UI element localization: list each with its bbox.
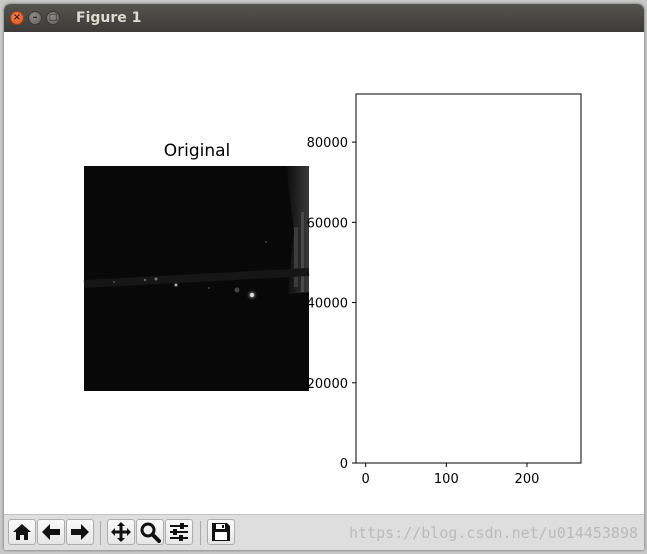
histogram-frame: [355, 93, 582, 464]
toolbar-separator: [200, 521, 201, 545]
histogram-axes: 0 100 200 0 20000 40000 60000 80000: [307, 93, 582, 487]
forward-arrow-icon: [71, 524, 89, 540]
figure-svg: Original 0 100 200020000400006000080000: [83, 93, 582, 487]
toolbar-separator: [100, 521, 101, 545]
minimize-window-button[interactable]: –: [28, 11, 42, 25]
configure-subplots-icon: [170, 523, 188, 541]
close-window-button[interactable]: ×: [10, 11, 24, 25]
y-tick-label: 80000: [307, 136, 348, 151]
watermark-text: https://blog.csdn.net/u014453898: [349, 524, 638, 542]
y-tick-label: 60000: [307, 216, 348, 231]
grayscale-image: [83, 166, 310, 391]
image-panel-title: Original: [164, 141, 231, 161]
save-floppy-icon: [212, 523, 230, 541]
window-title: Figure 1: [76, 10, 142, 26]
x-tick-label: 200: [515, 472, 540, 487]
figure-window: × – □ Figure 1 Original 0 100 200 0 2000…: [4, 4, 644, 550]
forward-button[interactable]: [66, 519, 94, 545]
maximize-window-button[interactable]: □: [46, 11, 60, 25]
title-bar[interactable]: × – □ Figure 1: [4, 4, 644, 32]
figure-canvas[interactable]: Original 0 100 200 0 20000 40000 60000 8…: [4, 32, 644, 514]
navigation-toolbar: https://blog.csdn.net/u014453898: [4, 514, 644, 550]
y-tick-label: 40000: [307, 297, 348, 312]
minimize-icon: –: [32, 12, 38, 23]
close-icon: ×: [12, 12, 22, 23]
pan-button[interactable]: [107, 519, 135, 545]
x-tick-label: 0: [362, 472, 370, 487]
home-icon: [13, 524, 31, 540]
zoom-button[interactable]: [136, 519, 164, 545]
pan-move-icon: [111, 522, 131, 542]
save-button[interactable]: [207, 519, 235, 545]
y-tick-label: 20000: [307, 377, 348, 392]
x-tick-label: 100: [434, 472, 459, 487]
back-arrow-icon: [42, 524, 60, 540]
configure-subplots-button[interactable]: [165, 519, 193, 545]
y-tick-label: 0: [340, 457, 348, 472]
maximize-icon: □: [48, 12, 58, 23]
back-button[interactable]: [37, 519, 65, 545]
home-button[interactable]: [8, 519, 36, 545]
zoom-magnifier-icon: [140, 522, 161, 543]
